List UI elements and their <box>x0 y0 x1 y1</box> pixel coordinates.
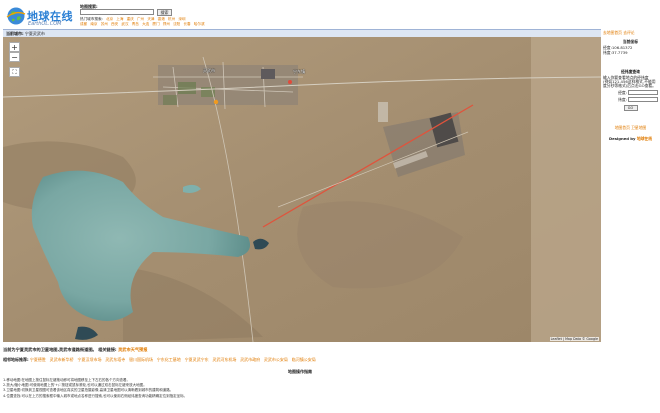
zoom-out-button[interactable]: − <box>9 52 20 62</box>
help-note: 3.卫星地图:切换到卫星视图可查看该地区真实的卫星拍摄影像,高清卫星地图可以清晰… <box>3 388 174 393</box>
nearby-link[interactable]: 银川国际机场 <box>129 357 153 362</box>
help-title: 地图操作指南 <box>288 369 312 374</box>
weather-link[interactable]: 灵武市天气预报 <box>118 347 147 352</box>
latlng-desc-line: (例如121.456这样格式,不能用度分秒等格式)后点击GO查看。 <box>603 79 656 89</box>
latlng-query-desc: 输入你要查看地点的经纬度 (例如121.456这样格式,不能用度分秒等格式)后点… <box>603 75 658 89</box>
globe-icon <box>6 7 26 25</box>
hot-cities: 热门城市搜索: 北京 上海 重庆 广州 天津 香港 杭州 深圳 成都 南京 苏州… <box>80 17 207 26</box>
map-label-ningdong: 宁东镇 <box>293 69 305 74</box>
hot-city-link[interactable]: 厦门 <box>152 22 159 26</box>
hot-city-link[interactable]: 成都 <box>80 22 87 26</box>
nearby-link[interactable]: 宁夏灵武宁东 <box>185 357 209 362</box>
comment-link[interactable]: 去评论 <box>623 30 634 35</box>
search-button[interactable]: 搜索 <box>157 9 172 16</box>
zoom-in-button[interactable]: + <box>9 42 20 52</box>
info-line: 当前为宁夏灵武市的卫星地图,灵武市道路街道图。 相关链接: 灵武市天气预报 <box>3 347 147 353</box>
lon-input[interactable] <box>628 90 658 96</box>
hot-city-link[interactable]: 郑州 <box>163 22 170 26</box>
hot-city-link[interactable]: 哈尔滨 <box>194 22 205 26</box>
hot-cities-row-2: 成都 南京 苏州 西安 武汉 青岛 大连 厦门 郑州 沈阳 长春 哈尔滨 <box>80 22 207 27</box>
satellite-imagery[interactable] <box>3 37 601 342</box>
go-button[interactable]: GO <box>623 104 638 111</box>
hot-city-link[interactable]: 深圳 <box>178 17 185 21</box>
nearby-link[interactable]: 临河镇公安局 <box>292 357 316 362</box>
map-label-lingwu: 灵武市 <box>203 68 215 73</box>
site-logo[interactable]: 地球在线 EarthOL.COM <box>6 6 78 28</box>
location-label: 当前城市: <box>6 31 24 36</box>
nearby-link[interactable]: 灵武市政府 <box>240 357 260 362</box>
logo-subtitle: EarthOL.COM <box>28 21 62 27</box>
hot-city-link[interactable]: 香港 <box>158 17 165 21</box>
coord-values: 经度:106.81372 纬度:37.7739 <box>603 45 658 55</box>
lat-row: 纬度: <box>603 97 658 103</box>
nearby-link[interactable]: 宁东化工基地 <box>157 357 181 362</box>
lon-row: 经度: <box>603 90 658 96</box>
nearby-link[interactable]: 宁夏汉坝市场 <box>77 357 101 362</box>
hot-city-link[interactable]: 天津 <box>147 17 154 21</box>
hot-city-link[interactable]: 长春 <box>183 22 190 26</box>
hot-city-link[interactable]: 广州 <box>137 17 144 21</box>
lat-input[interactable] <box>628 97 658 103</box>
info-text: 当前为宁夏灵武市的卫星地图,灵武市道路街道图。 相关链接: <box>3 347 117 352</box>
hot-city-link[interactable]: 青岛 <box>132 22 139 26</box>
hot-city-link[interactable]: 西安 <box>111 22 118 26</box>
hot-city-link[interactable]: 武汉 <box>121 22 128 26</box>
right-panel: 当前坐标 经度:106.81372 纬度:37.7739 经纬度查询 输入你要查… <box>603 37 658 142</box>
nearby-link[interactable]: 灵武东塔寺 <box>105 357 125 362</box>
hot-city-link[interactable]: 上海 <box>116 17 123 21</box>
map-home-link[interactable]: 去地图首页 <box>603 30 622 35</box>
location-city: 宁夏灵武市 <box>24 31 45 36</box>
nearby-link[interactable]: 宁夏德胜 <box>30 357 46 362</box>
help-notes: 1.移动地图:在地图上按住鼠标左键拖动即可将地图移至上下左右的各个方向查看。 2… <box>3 378 187 399</box>
designed-by-link[interactable]: 地球在线 <box>637 136 652 141</box>
nearby-label: 相邻地标推荐: <box>3 357 29 362</box>
fullscreen-icon[interactable]: ⛶ <box>9 67 20 77</box>
hot-cities-label: 热门城市搜索: <box>80 17 103 21</box>
designed-prefix: Designed by <box>608 135 636 141</box>
hot-city-link[interactable]: 沈阳 <box>173 22 180 26</box>
map-home-link[interactable]: 地图首页 <box>615 125 630 130</box>
lon-label: 经度: <box>618 89 627 95</box>
lat-label: 纬度: <box>618 96 627 102</box>
panel-links: 地图首页 卫星地图 <box>603 125 658 131</box>
hot-city-link[interactable]: 杭州 <box>168 17 175 21</box>
help-note: 4.位置查找:可以在上方的搜索框中输入城市或地点名称进行搜索,也可以使用右侧经纬… <box>3 393 188 398</box>
satellite-map-link[interactable]: 卫星地图 <box>631 125 646 130</box>
hot-city-link[interactable]: 南京 <box>90 22 97 26</box>
satellite-map[interactable]: 灵武市 宁东镇 + − ⛶ Leaflet | Map Data © Googl… <box>3 37 601 342</box>
coord-lat: 纬度:37.7739 <box>603 49 628 55</box>
nearby-link[interactable]: 灵武市公安局 <box>264 357 288 362</box>
hot-city-link[interactable]: 重庆 <box>127 17 134 21</box>
nearby-link[interactable]: 灵武河东机场 <box>212 357 236 362</box>
search-input[interactable] <box>80 9 154 15</box>
nearby-landmarks: 相邻地标推荐: 宁夏德胜 灵武市新华桥 宁夏汉坝市场 灵武东塔寺 银川国际机场 … <box>3 357 318 363</box>
top-right-links: 去地图首页 去评论 <box>603 30 635 36</box>
designed-by: Designed by 地球在线 <box>603 136 658 142</box>
nearby-link[interactable]: 灵武市新华桥 <box>50 357 74 362</box>
hot-city-link[interactable]: 北京 <box>106 17 113 21</box>
hot-city-link[interactable]: 苏州 <box>101 22 108 26</box>
hot-city-link[interactable]: 大连 <box>142 22 149 26</box>
map-attribution: Leaflet | Map Data © Google <box>549 337 599 341</box>
